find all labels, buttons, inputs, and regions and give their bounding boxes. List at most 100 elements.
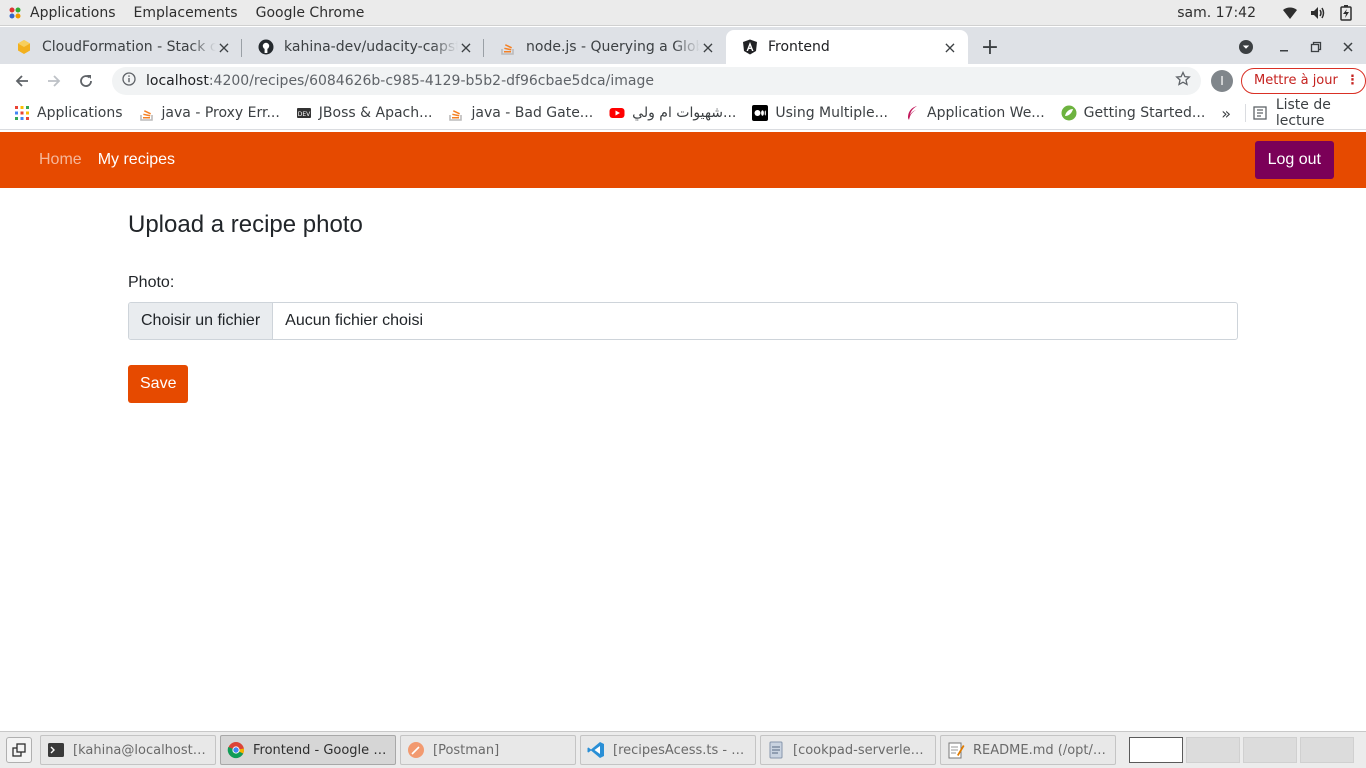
- task-postman[interactable]: [Postman]: [400, 735, 576, 765]
- logout-button[interactable]: Log out: [1254, 141, 1334, 179]
- svg-text:DEV: DEV: [298, 111, 311, 118]
- gnome-top-bar: Applications Emplacements Google Chrome …: [0, 0, 1366, 26]
- medium-icon: [752, 105, 769, 121]
- task-label: [cookpad-serverless-...: [793, 742, 929, 758]
- task-file-manager[interactable]: [cookpad-serverless-...: [760, 735, 936, 765]
- bookmark-label: java - Proxy Err...: [161, 105, 280, 121]
- volume-icon[interactable]: [1304, 0, 1332, 26]
- bookmark-item[interactable]: شهيوات ام ولي...: [601, 99, 744, 127]
- dev-icon: DEV: [296, 105, 312, 121]
- workspace-1[interactable]: [1129, 737, 1183, 763]
- task-vscode[interactable]: [recipesAcess.ts - bac...: [580, 735, 756, 765]
- youtube-icon: [609, 105, 625, 121]
- gnome-places-menu[interactable]: Emplacements: [125, 0, 247, 26]
- update-chrome-button[interactable]: Mettre à jour ⋮: [1241, 67, 1366, 94]
- task-label: [recipesAcess.ts - bac...: [613, 742, 749, 758]
- nav-my-recipes-link[interactable]: My recipes: [90, 151, 183, 169]
- feather-icon: [904, 105, 920, 121]
- minimize-icon[interactable]: [1268, 30, 1300, 64]
- close-icon[interactable]: ×: [942, 38, 958, 57]
- show-desktop-icon[interactable]: [6, 737, 32, 763]
- bookmark-label: Using Multiple...: [775, 105, 888, 121]
- bookmark-star-icon[interactable]: [1175, 70, 1191, 91]
- wifi-icon[interactable]: [1276, 0, 1304, 26]
- bookmark-label: java - Bad Gate...: [471, 105, 594, 121]
- gnome-app-menu[interactable]: Google Chrome: [247, 0, 374, 26]
- bookmark-item[interactable]: java - Proxy Err...: [131, 99, 288, 127]
- aws-icon: [16, 39, 32, 55]
- choose-file-button[interactable]: Choisir un fichier: [129, 303, 274, 339]
- page-title: Upload a recipe photo: [128, 211, 363, 238]
- clock[interactable]: sam. 17:42: [1177, 5, 1256, 21]
- gnome-applications-menu[interactable]: Applications: [0, 0, 125, 26]
- bookmark-item[interactable]: java - Bad Gate...: [440, 99, 601, 127]
- url-path: :4200/recipes/6084626b-c985-4129-b5b2-df…: [208, 72, 654, 89]
- gnome-menu-label: Emplacements: [133, 4, 238, 21]
- file-manager-icon: [767, 741, 785, 759]
- address-bar[interactable]: localhost:4200/recipes/6084626b-c985-412…: [112, 66, 1201, 95]
- close-window-icon[interactable]: [1332, 30, 1364, 64]
- task-label: Frontend - Google C...: [253, 742, 389, 758]
- bookmark-label: Getting Started...: [1083, 105, 1206, 121]
- site-info-icon[interactable]: [122, 71, 136, 90]
- workspace-switcher: [1126, 737, 1354, 763]
- more-bookmarks-icon[interactable]: »: [1213, 104, 1239, 123]
- vscode-icon: [587, 741, 605, 759]
- bookmarks-divider: [1245, 104, 1246, 122]
- restore-icon[interactable]: [1300, 30, 1332, 64]
- tab-title: kahina-dev/udacity-capstone: [284, 39, 458, 55]
- bookmark-item[interactable]: Application We...: [896, 99, 1053, 127]
- bookmark-applications[interactable]: Applications: [0, 99, 131, 127]
- stackoverflow-icon: [448, 105, 464, 121]
- reading-list-button[interactable]: Liste de lecture: [1252, 97, 1366, 129]
- workspace-2[interactable]: [1186, 737, 1240, 763]
- task-label: [kahina@localhost:/o...: [73, 742, 209, 758]
- battery-icon[interactable]: [1332, 0, 1360, 26]
- close-icon[interactable]: ×: [458, 38, 474, 57]
- url-text: localhost:4200/recipes/6084626b-c985-412…: [146, 73, 1175, 89]
- workspace-4[interactable]: [1300, 737, 1354, 763]
- angular-icon: [742, 39, 758, 55]
- browser-toolbar: localhost:4200/recipes/6084626b-c985-412…: [0, 64, 1366, 97]
- back-button[interactable]: [6, 65, 38, 97]
- bookmark-label: Application We...: [927, 105, 1045, 121]
- tab-cloudformation[interactable]: CloudFormation - Stack co ×: [0, 30, 242, 64]
- task-chrome[interactable]: Frontend - Google C...: [220, 735, 396, 765]
- bookmark-item[interactable]: Getting Started...: [1053, 99, 1214, 127]
- terminal-icon: [47, 741, 65, 759]
- tab-stackoverflow[interactable]: node.js - Querying a Global ×: [484, 30, 726, 64]
- upload-photo-form: Upload a recipe photo Photo: Choisir un …: [128, 188, 1238, 403]
- gnome-menu-label: Google Chrome: [255, 4, 365, 21]
- new-tab-button[interactable]: +: [976, 33, 1004, 61]
- forward-button[interactable]: [38, 65, 70, 97]
- photo-label: Photo:: [128, 274, 175, 291]
- bookmark-label: Applications: [37, 105, 123, 121]
- bookmark-item[interactable]: Using Multiple...: [744, 99, 896, 127]
- more-menu-icon: ⋮: [1345, 73, 1359, 88]
- file-status-text: Aucun fichier choisi: [285, 312, 423, 329]
- task-label: [Postman]: [433, 742, 500, 758]
- gnome-foot-icon: [8, 6, 22, 20]
- task-terminal[interactable]: [kahina@localhost:/o...: [40, 735, 216, 765]
- close-icon[interactable]: ×: [216, 38, 232, 57]
- workspace-3[interactable]: [1243, 737, 1297, 763]
- window-list-taskbar: [kahina@localhost:/o... Frontend - Googl…: [0, 731, 1366, 768]
- app-navbar: Home My recipes Log out: [0, 132, 1366, 188]
- text-editor-icon: [947, 741, 965, 759]
- save-button[interactable]: Save: [128, 365, 189, 403]
- tab-title: CloudFormation - Stack co: [42, 39, 216, 55]
- profile-avatar[interactable]: I: [1211, 69, 1233, 92]
- task-text-editor[interactable]: README.md (/opt/an...: [940, 735, 1116, 765]
- photo-file-input[interactable]: Choisir un fichier Aucun fichier choisi: [128, 302, 1238, 340]
- task-label: README.md (/opt/an...: [973, 742, 1109, 758]
- bookmark-item[interactable]: DEV JBoss & Apach...: [288, 99, 441, 127]
- spring-icon: [1061, 105, 1077, 121]
- tab-github[interactable]: kahina-dev/udacity-capstone ×: [242, 30, 484, 64]
- reading-list-label: Liste de lecture: [1275, 97, 1331, 129]
- nav-home-link[interactable]: Home: [31, 151, 90, 169]
- tab-frontend[interactable]: Frontend ×: [726, 30, 968, 64]
- reload-button[interactable]: [70, 65, 102, 97]
- bookmark-label: JBoss & Apach...: [318, 105, 433, 121]
- tab-search-icon[interactable]: [1230, 30, 1262, 64]
- close-icon[interactable]: ×: [700, 38, 716, 57]
